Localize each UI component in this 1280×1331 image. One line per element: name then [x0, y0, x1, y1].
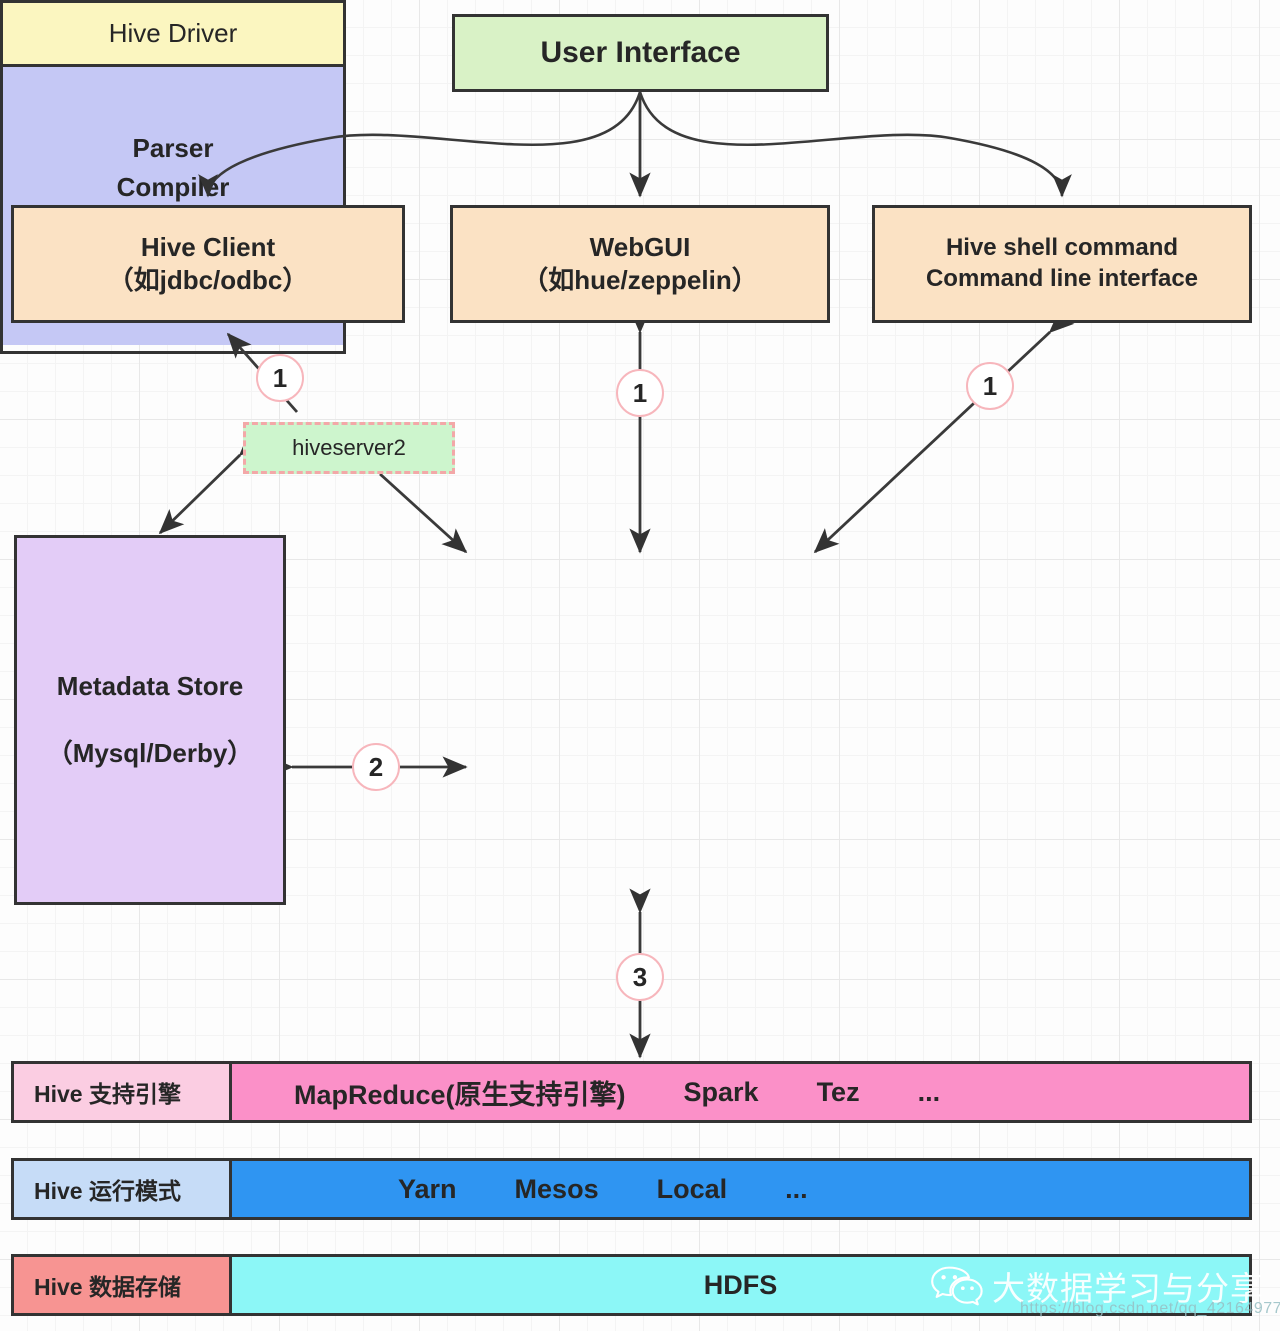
- engine-item-mapreduce: MapReduce(原生支持引擎): [294, 1079, 626, 1110]
- node-hive-client-subtitle: （如jdbc/odbc）: [107, 265, 309, 295]
- edge-marker-1-hive-shell: 1: [966, 362, 1014, 410]
- node-hive-client-title: Hive Client: [140, 231, 276, 262]
- engine-item-more: ...: [917, 1076, 941, 1107]
- node-hive-client[interactable]: Hive Client （如jdbc/odbc）: [11, 205, 405, 323]
- mode-item-more: ...: [785, 1173, 808, 1204]
- edge-marker-label: 2: [368, 751, 384, 782]
- node-user-interface-label: User Interface: [540, 35, 741, 69]
- driver-component-parser: Parser: [132, 133, 214, 164]
- bar-hive-storage[interactable]: Hive 数据存储 HDFS: [11, 1254, 1252, 1316]
- edge-marker-label: 1: [632, 377, 648, 408]
- node-metadata-store-title: Metadata Store: [56, 670, 244, 701]
- hive-driver-header: Hive Driver: [3, 3, 343, 67]
- node-hiveserver2[interactable]: hiveserver2: [243, 422, 455, 474]
- storage-item-hdfs: HDFS: [703, 1269, 778, 1300]
- edge-marker-1-webgui: 1: [616, 369, 664, 417]
- edge-marker-label: 1: [982, 370, 998, 401]
- bar-mode-items-inner: Yarn Mesos Local ...: [232, 1174, 808, 1205]
- node-user-interface[interactable]: User Interface: [452, 14, 829, 92]
- edge-hiveserver2-to-driver: [379, 472, 468, 554]
- hive-driver-header-label: Hive Driver: [108, 18, 238, 48]
- bar-mode-items: Yarn Mesos Local ...: [232, 1161, 1249, 1217]
- bar-storage-items: HDFS: [232, 1257, 1249, 1313]
- node-webgui-title: WebGUI: [589, 231, 691, 262]
- edge-marker-label: 3: [632, 961, 648, 992]
- edge-hiveserver2-to-metadata-store: [158, 430, 265, 535]
- node-hiveserver2-label: hiveserver2: [292, 434, 406, 460]
- bar-mode-label-cell: Hive 运行模式: [14, 1161, 232, 1217]
- bar-storage-items-inner: HDFS: [704, 1270, 778, 1301]
- bar-engine-items-inner: MapReduce(原生支持引擎) Spark Tez ...: [232, 1073, 940, 1112]
- mode-item-yarn: Yarn: [398, 1173, 457, 1204]
- edge-marker-1-hiveserver2: 1: [256, 354, 304, 402]
- node-metadata-store-subtitle: （Mysql/Derby）: [46, 738, 254, 768]
- node-hive-shell-title: Hive shell command: [945, 234, 1179, 262]
- mode-item-local: Local: [656, 1173, 728, 1204]
- edge-marker-3-engine: 3: [616, 953, 664, 1001]
- engine-item-spark: Spark: [683, 1076, 759, 1107]
- bar-engine-items: MapReduce(原生支持引擎) Spark Tez ...: [232, 1064, 1249, 1120]
- node-hive-shell-command[interactable]: Hive shell command Command line interfac…: [872, 205, 1252, 323]
- edge-ui-to-hive-shell: [638, 91, 1072, 198]
- node-webgui[interactable]: WebGUI （如hue/zeppelin）: [450, 205, 830, 323]
- node-metadata-store[interactable]: Metadata Store （Mysql/Derby）: [14, 535, 286, 905]
- bar-engine-label-cell: Hive 支持引擎: [14, 1064, 232, 1120]
- node-hive-shell-subtitle: Command line interface: [925, 265, 1199, 292]
- edge-hive-shell-to-driver: [813, 308, 1075, 554]
- node-webgui-subtitle: （如hue/zeppelin）: [522, 265, 758, 295]
- bar-hive-engines[interactable]: Hive 支持引擎 MapReduce(原生支持引擎) Spark Tez ..…: [11, 1061, 1252, 1123]
- driver-component-compiler: Compiler: [116, 171, 230, 202]
- bar-engine-label: Hive 支持引擎: [34, 1081, 181, 1107]
- edge-marker-label: 1: [272, 362, 288, 393]
- edge-marker-2-metadata: 2: [352, 743, 400, 791]
- mode-item-mesos: Mesos: [514, 1173, 599, 1204]
- bar-storage-label-cell: Hive 数据存储: [14, 1257, 232, 1313]
- engine-item-tez: Tez: [816, 1076, 860, 1107]
- bar-mode-label: Hive 运行模式: [34, 1178, 181, 1204]
- diagram-canvas: User Interface Hive Client （如jdbc/odbc） …: [0, 0, 1280, 1331]
- bar-hive-run-modes[interactable]: Hive 运行模式 Yarn Mesos Local ...: [11, 1158, 1252, 1220]
- bar-storage-label: Hive 数据存储: [34, 1274, 181, 1300]
